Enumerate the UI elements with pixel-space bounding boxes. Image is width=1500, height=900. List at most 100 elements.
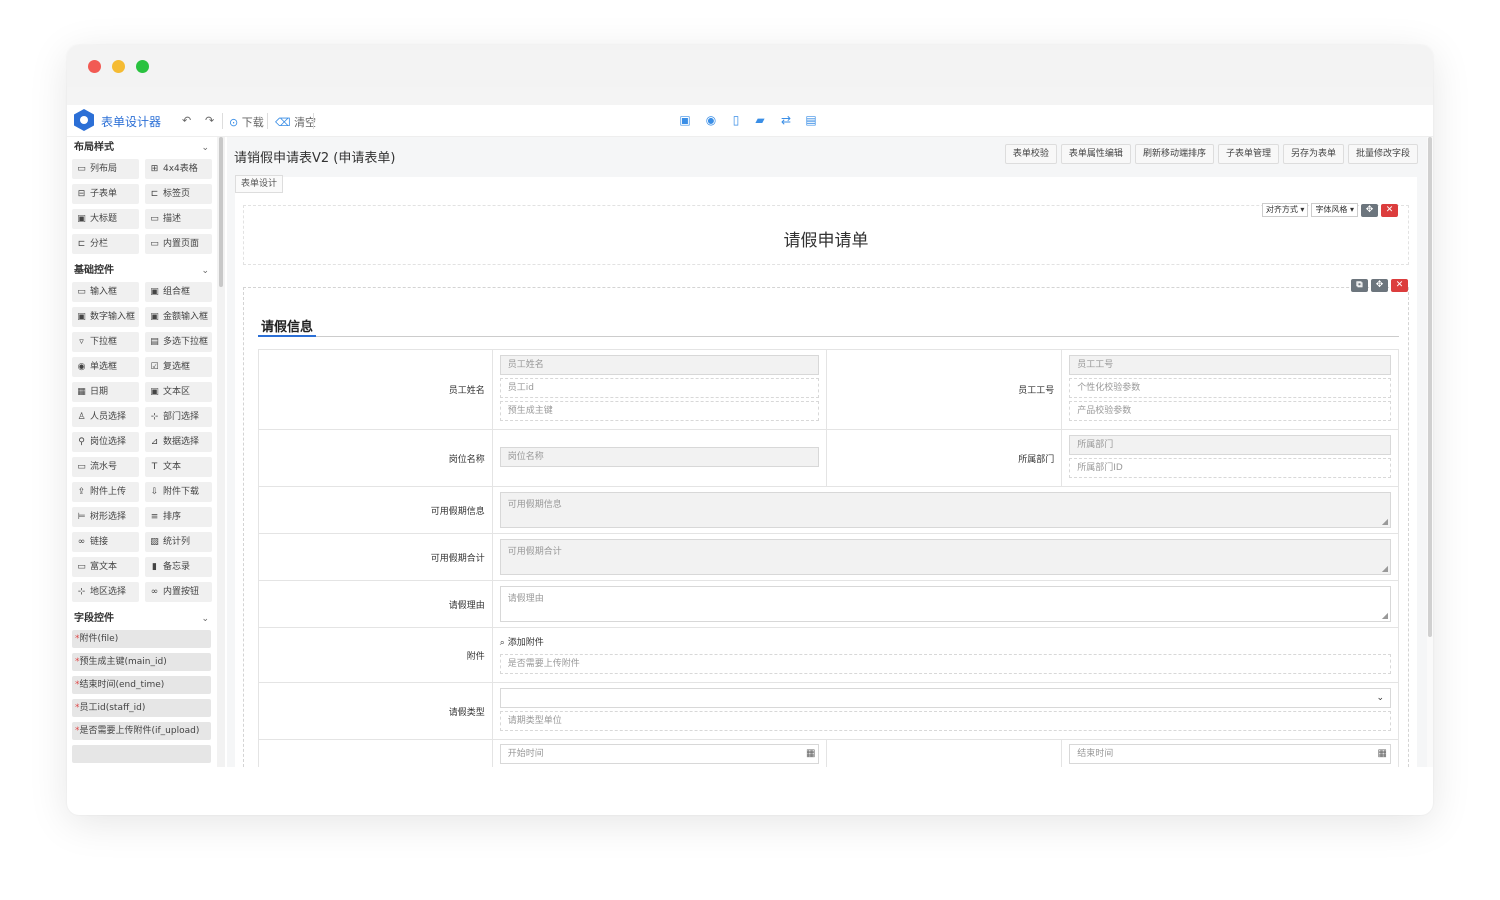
component-tile[interactable]: ♙ 人员选择 xyxy=(72,407,139,427)
staff-id-input[interactable]: 员工id xyxy=(499,378,820,398)
staff-no-input[interactable]: 员工工号 xyxy=(1069,355,1391,375)
component-tile[interactable]: ▭ 列布局 xyxy=(72,159,139,179)
component-icon: ♙ xyxy=(77,412,86,422)
resize-grip-icon[interactable]: ◢ xyxy=(1382,611,1388,620)
component-tile[interactable]: ▣ 金额输入框 xyxy=(145,307,212,327)
minimize-window-button[interactable] xyxy=(112,60,125,73)
delete-icon[interactable]: ✕ xyxy=(1391,279,1408,292)
leave-type-select[interactable]: ⌄ xyxy=(499,688,1391,708)
top-action-button[interactable]: 子表单管理 xyxy=(1217,144,1279,164)
end-time-input[interactable]: 结束时间 ▦ xyxy=(1069,744,1391,764)
dept-id-input[interactable]: 所属部门ID xyxy=(1069,458,1391,478)
dept-input[interactable]: 所属部门 xyxy=(1069,435,1391,455)
align-select[interactable]: 对齐方式 ▾ xyxy=(1261,203,1309,217)
component-tile[interactable]: ▭ 富文本 xyxy=(72,557,139,577)
maximize-window-button[interactable] xyxy=(136,60,149,73)
undo-icon[interactable]: ↶ xyxy=(182,114,191,127)
component-tile[interactable]: ▣ 数字输入框 xyxy=(72,307,139,327)
move-icon[interactable]: ✥ xyxy=(1371,279,1388,292)
product-param-input[interactable]: 产品校验参数 xyxy=(1069,401,1391,421)
field-item[interactable]: *是否需要上传附件(if_upload) xyxy=(72,722,211,740)
component-tile[interactable]: ⇪ 附件上传 xyxy=(72,482,139,502)
component-tile[interactable]: ⊨ 树形选择 xyxy=(72,507,139,527)
post-name-input[interactable]: 岗位名称 xyxy=(499,446,820,467)
component-tile[interactable]: ▭ 流水号 xyxy=(72,457,139,477)
font-style-select[interactable]: 字体风格 ▾ xyxy=(1311,203,1358,217)
top-action-button[interactable]: 批量修改字段 xyxy=(1347,144,1418,164)
book-icon[interactable]: ▰ xyxy=(753,113,767,127)
component-tile[interactable]: ▦ 日期 xyxy=(72,382,139,402)
component-tile[interactable]: T 文本 xyxy=(145,457,212,477)
component-tile[interactable]: ◉ 单选框 xyxy=(72,357,139,377)
need-upload-input[interactable]: 是否需要上传附件 xyxy=(499,654,1391,674)
component-tile[interactable]: ⊹ 部门选择 xyxy=(145,407,212,427)
component-tile[interactable]: ⊿ 数据选择 xyxy=(145,432,212,452)
section-header-layout[interactable]: 布局样式 ⌄ xyxy=(67,137,217,159)
field-item-partial[interactable] xyxy=(72,745,211,763)
move-icon[interactable]: ✥ xyxy=(1361,203,1378,217)
component-tile[interactable]: ▭ 内置页面 xyxy=(145,234,212,254)
field-item[interactable]: *附件(file) xyxy=(72,630,211,648)
section-header-fields[interactable]: 字段控件 ⌄ xyxy=(67,608,217,630)
component-tile[interactable]: ⊞ 4x4表格 xyxy=(145,159,212,179)
vacation-info-textarea[interactable]: 可用假期信息 ◢ xyxy=(499,492,1391,528)
resize-grip-icon[interactable]: ◢ xyxy=(1382,564,1388,573)
section-block[interactable]: ⧉ ✥ ✕ 请假信息 员工姓名 员工姓名 员工id 预生成主键 员工工号 员工工… xyxy=(243,279,1409,767)
close-window-button[interactable] xyxy=(88,60,101,73)
component-tile[interactable]: ☑ 复选框 xyxy=(145,357,212,377)
clear-button[interactable]: ⌫ 清空 xyxy=(275,114,316,130)
staff-name-input[interactable]: 员工姓名 xyxy=(499,355,820,375)
copy-icon[interactable]: ⧉ xyxy=(1351,279,1368,292)
component-tile[interactable]: ▭ 描述 xyxy=(145,209,212,229)
top-action-button[interactable]: 表单属性编辑 xyxy=(1060,144,1131,164)
component-tile[interactable]: ⊏ 标签页 xyxy=(145,184,212,204)
calendar-icon[interactable]: ▦ xyxy=(1378,745,1387,763)
component-tile[interactable]: ▣ 组合框 xyxy=(145,282,212,302)
component-tile[interactable]: ▭ 输入框 xyxy=(72,282,139,302)
page-scrollbar[interactable] xyxy=(1427,137,1433,767)
component-tile[interactable]: ▣ 文本区 xyxy=(145,382,212,402)
page-scroll-thumb[interactable] xyxy=(1428,137,1432,637)
delete-icon[interactable]: ✕ xyxy=(1381,203,1398,217)
tab-form-design[interactable]: 表单设计 xyxy=(235,175,284,193)
pre-key-input[interactable]: 预生成主键 xyxy=(499,401,820,421)
top-action-button[interactable]: 另存为表单 xyxy=(1282,144,1344,164)
swap-icon[interactable]: ⇄ xyxy=(779,113,793,127)
field-item[interactable]: *预生成主键(main_id) xyxy=(72,653,211,671)
reason-textarea[interactable]: 请假理由 ◢ xyxy=(499,586,1391,622)
download-button[interactable]: ⊙ 下载 xyxy=(229,114,264,130)
section-header-basic[interactable]: 基础控件 ⌄ xyxy=(67,260,217,282)
component-label: 下拉框 xyxy=(90,337,118,347)
top-action-button[interactable]: 表单校验 xyxy=(1004,144,1057,164)
leave-unit-input[interactable]: 请期类型单位 xyxy=(499,711,1391,731)
custom-param-input[interactable]: 个性化校验参数 xyxy=(1069,378,1391,398)
sidebar-scrollbar[interactable] xyxy=(219,137,223,287)
component-tile[interactable]: ≡ 排序 xyxy=(145,507,212,527)
component-tile[interactable]: ▣ 大标题 xyxy=(72,209,139,229)
preview-eye-icon[interactable]: ◉ xyxy=(704,113,718,127)
component-tile[interactable]: ∞ 内置按钮 xyxy=(145,582,212,602)
component-tile[interactable]: ∞ 链接 xyxy=(72,532,139,552)
component-tile[interactable]: ▤ 多选下拉框 xyxy=(145,332,212,352)
calendar-icon[interactable]: ▦ xyxy=(806,745,815,763)
mobile-icon[interactable]: ▯ xyxy=(729,113,743,127)
resize-grip-icon[interactable]: ◢ xyxy=(1382,517,1388,526)
component-tile[interactable]: ▿ 下拉框 xyxy=(72,332,139,352)
header-block[interactable]: 对齐方式 ▾ 字体风格 ▾ ✥ ✕ 请假申请单 xyxy=(243,203,1409,265)
document-icon[interactable]: ▤ xyxy=(804,113,818,127)
component-tile[interactable]: ▨ 统计列 xyxy=(145,532,212,552)
component-tile[interactable]: ▮ 备忘录 xyxy=(145,557,212,577)
component-tile[interactable]: ⊏ 分栏 xyxy=(72,234,139,254)
component-tile[interactable]: ⚲ 岗位选择 xyxy=(72,432,139,452)
add-attachment-link[interactable]: ⌕ 添加附件 xyxy=(500,635,1391,648)
save-icon[interactable]: ▣ xyxy=(678,113,692,127)
component-tile[interactable]: ⇩ 附件下载 xyxy=(145,482,212,502)
component-tile[interactable]: ⊟ 子表单 xyxy=(72,184,139,204)
field-item[interactable]: *结束时间(end_time) xyxy=(72,676,211,694)
field-item[interactable]: *员工id(staff_id) xyxy=(72,699,211,717)
start-time-input[interactable]: 开始时间 ▦ xyxy=(499,744,820,764)
top-action-button[interactable]: 刷新移动端排序 xyxy=(1134,144,1214,164)
redo-icon[interactable]: ↷ xyxy=(205,114,214,127)
vacation-total-textarea[interactable]: 可用假期合计 ◢ xyxy=(499,539,1391,575)
component-tile[interactable]: ⊹ 地区选择 xyxy=(72,582,139,602)
